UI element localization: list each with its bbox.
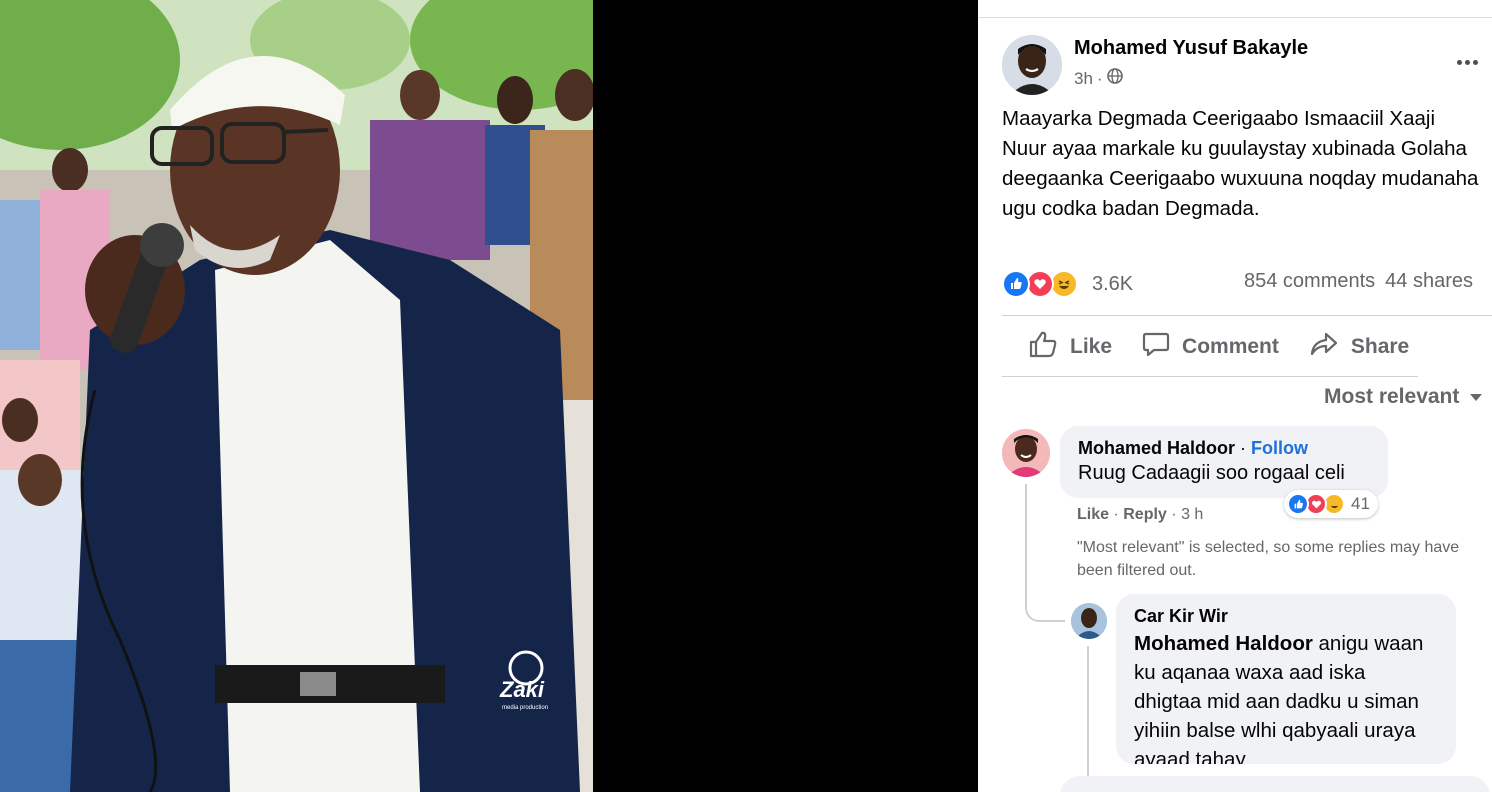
photo-viewer: Zaki media production (0, 0, 978, 792)
meta-dot: · (1096, 68, 1103, 88)
reply-mention[interactable]: Mohamed Haldoor (1134, 632, 1313, 655)
filtered-replies-notice: "Most relevant" is selected, so some rep… (1077, 539, 1460, 579)
reply-text-block: Mohamed Haldoor anigu waan ku aqanaa wax… (1134, 629, 1438, 764)
name-separator: · (1240, 438, 1247, 458)
reply-bubble: Car Kir Wir Mohamed Haldoor anigu waan k… (1116, 594, 1456, 764)
haha-reaction-icon (1050, 270, 1078, 298)
like-reaction-icon (1002, 270, 1030, 298)
comment-author-name[interactable]: Mohamed Haldoor (1078, 438, 1235, 458)
more-dot-icon (1456, 59, 1462, 65)
link-dot: · (1171, 506, 1177, 523)
comment-actions: Like · Reply · 3 h (1077, 506, 1203, 524)
reply-thread-connector (1025, 586, 1065, 622)
post-panel: Mohamed Yusuf Bakayle 3h · Maayarka Degm… (978, 0, 1492, 792)
comment-button[interactable]: Comment (1142, 330, 1279, 364)
caret-down-icon (1469, 385, 1483, 409)
comment-reply-link[interactable]: Reply (1123, 506, 1167, 523)
divider (1002, 315, 1492, 316)
like-button[interactable]: Like (1028, 330, 1112, 364)
panel-top-divider (978, 17, 1492, 18)
comment-text: Ruug Cadaagii soo rogaal celi (1078, 462, 1345, 484)
more-dot-icon (1464, 59, 1470, 65)
post-author-name[interactable]: Mohamed Yusuf Bakayle (1074, 37, 1308, 60)
next-comment-bubble (1060, 776, 1490, 792)
post-text: Maayarka Degmada Ceerigaabo Ismaaciil Xa… (1002, 107, 1479, 220)
more-options-button[interactable] (1452, 50, 1482, 74)
like-reaction-icon (1287, 493, 1309, 515)
photo-illustration: Zaki media production (0, 0, 593, 792)
share-button[interactable]: Share (1309, 330, 1409, 364)
comment-like-link[interactable]: Like (1077, 506, 1109, 523)
comment-label: Comment (1182, 335, 1279, 358)
comment-reactions[interactable]: 41 (1284, 490, 1378, 518)
link-dot: · (1113, 506, 1119, 523)
reaction-count: 3.6K (1092, 272, 1134, 295)
comment-time[interactable]: 3 h (1181, 506, 1203, 523)
replier-avatar[interactable] (1071, 603, 1107, 639)
reply-thread-line (1087, 646, 1089, 776)
post-meta: 3h · (1074, 68, 1123, 89)
follow-button[interactable]: Follow (1251, 438, 1308, 458)
photo-watermark-sub: media production (502, 705, 548, 711)
comment-author-line: Mohamed Haldoor · Follow (1078, 438, 1370, 459)
comment-bubble-icon (1142, 330, 1170, 364)
share-label: Share (1350, 335, 1410, 358)
divider (1002, 376, 1418, 377)
comment-bubble: Mohamed Haldoor · Follow Ruug Cadaagii s… (1060, 426, 1388, 498)
photo-watermark: Zaki (499, 677, 545, 702)
share-arrow-icon (1309, 330, 1339, 364)
comment-sort-dropdown[interactable]: Most relevant (1324, 385, 1483, 409)
post-photo[interactable]: Zaki media production (0, 0, 593, 792)
love-reaction-icon (1026, 270, 1054, 298)
shares-count[interactable]: 44 shares (1385, 270, 1473, 292)
comment-reaction-count: 41 (1351, 494, 1370, 513)
author-avatar[interactable] (1002, 35, 1062, 95)
engagement-counts: 854 comments 44 shares (1244, 270, 1483, 293)
reactions-summary[interactable]: 3.6K (1002, 268, 1133, 300)
reply-author-name[interactable]: Car Kir Wir (1134, 606, 1438, 627)
post-actions: Like Comment Share (1002, 328, 1482, 366)
post-time[interactable]: 3h (1074, 69, 1093, 89)
like-label: Like (1070, 335, 1113, 358)
globe-icon[interactable] (1106, 68, 1123, 89)
thumbs-up-icon (1028, 330, 1058, 364)
commenter-avatar[interactable] (1002, 429, 1050, 477)
comments-count[interactable]: 854 comments (1244, 270, 1375, 292)
more-dot-icon (1472, 59, 1478, 65)
sort-label: Most relevant (1324, 385, 1460, 408)
